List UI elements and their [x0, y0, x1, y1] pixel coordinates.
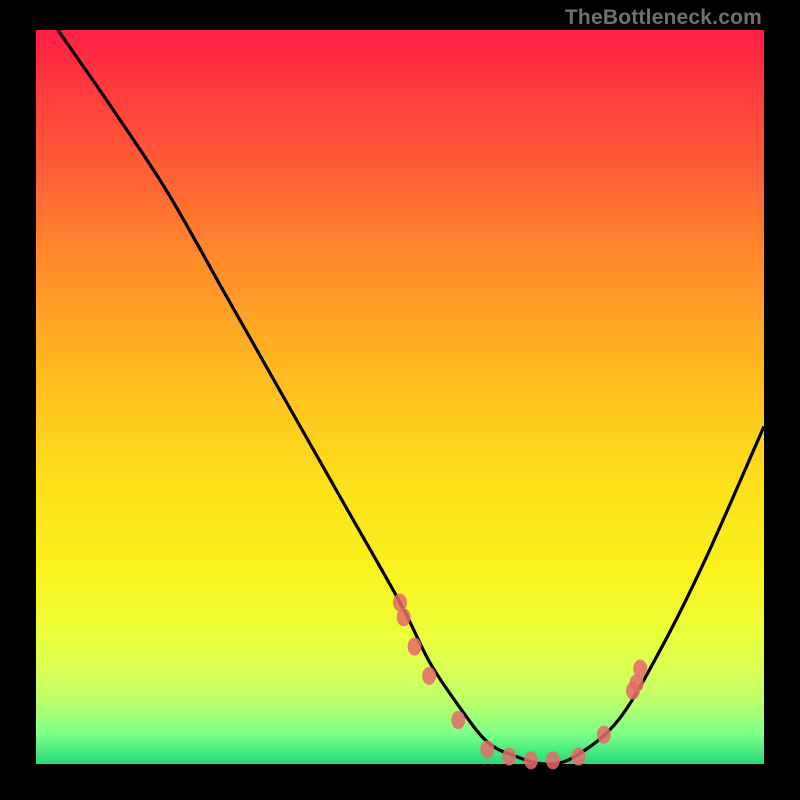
- marker-point: [408, 638, 422, 656]
- marker-point: [524, 751, 538, 769]
- marker-point: [546, 751, 560, 769]
- marker-point: [422, 667, 436, 685]
- marker-point: [502, 748, 516, 766]
- marker-point: [597, 726, 611, 744]
- chart-frame: [36, 30, 764, 764]
- marker-point: [480, 740, 494, 758]
- marker-group: [393, 594, 647, 770]
- chart-svg: [36, 30, 764, 764]
- marker-point: [397, 608, 411, 626]
- marker-point: [451, 711, 465, 729]
- marker-point: [633, 660, 647, 678]
- attribution-text: TheBottleneck.com: [563, 6, 764, 30]
- marker-point: [571, 748, 585, 766]
